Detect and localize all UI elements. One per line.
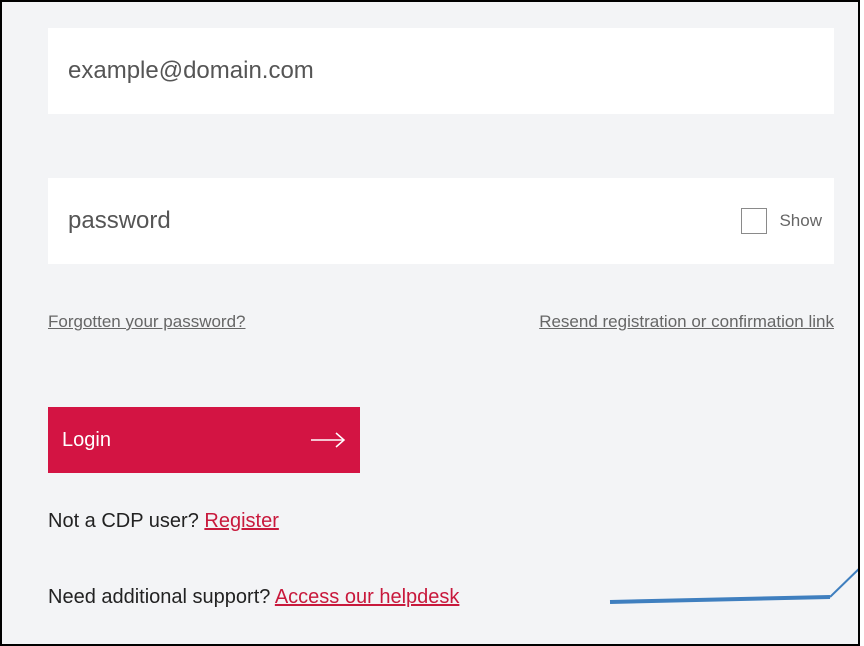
arrow-right-icon [311,432,346,448]
forgot-password-link[interactable]: Forgotten your password? [48,312,246,332]
register-prompt: Not a CDP user? [48,510,199,532]
register-line: Not a CDP user? Register [48,510,279,533]
password-input[interactable] [68,178,688,264]
password-field-container: Show [48,178,834,264]
email-input[interactable] [68,28,688,114]
register-link[interactable]: Register [204,510,278,532]
annotation-arrow-line [609,568,858,604]
login-button-label: Login [62,429,111,451]
email-field-container [48,28,834,114]
support-line: Need additional support? Access our help… [48,586,459,609]
support-prompt: Need additional support? [48,586,271,608]
resend-registration-link[interactable]: Resend registration or confirmation link [539,312,834,332]
login-button[interactable]: Login [48,407,360,473]
login-panel: Show Forgotten your password? Resend reg… [0,0,860,646]
show-password-toggle[interactable]: Show [741,207,822,235]
show-password-checkbox[interactable] [741,208,768,234]
show-password-label: Show [779,211,822,230]
helpdesk-link[interactable]: Access our helpdesk [275,586,460,608]
account-links-row: Forgotten your password? Resend registra… [48,312,834,338]
